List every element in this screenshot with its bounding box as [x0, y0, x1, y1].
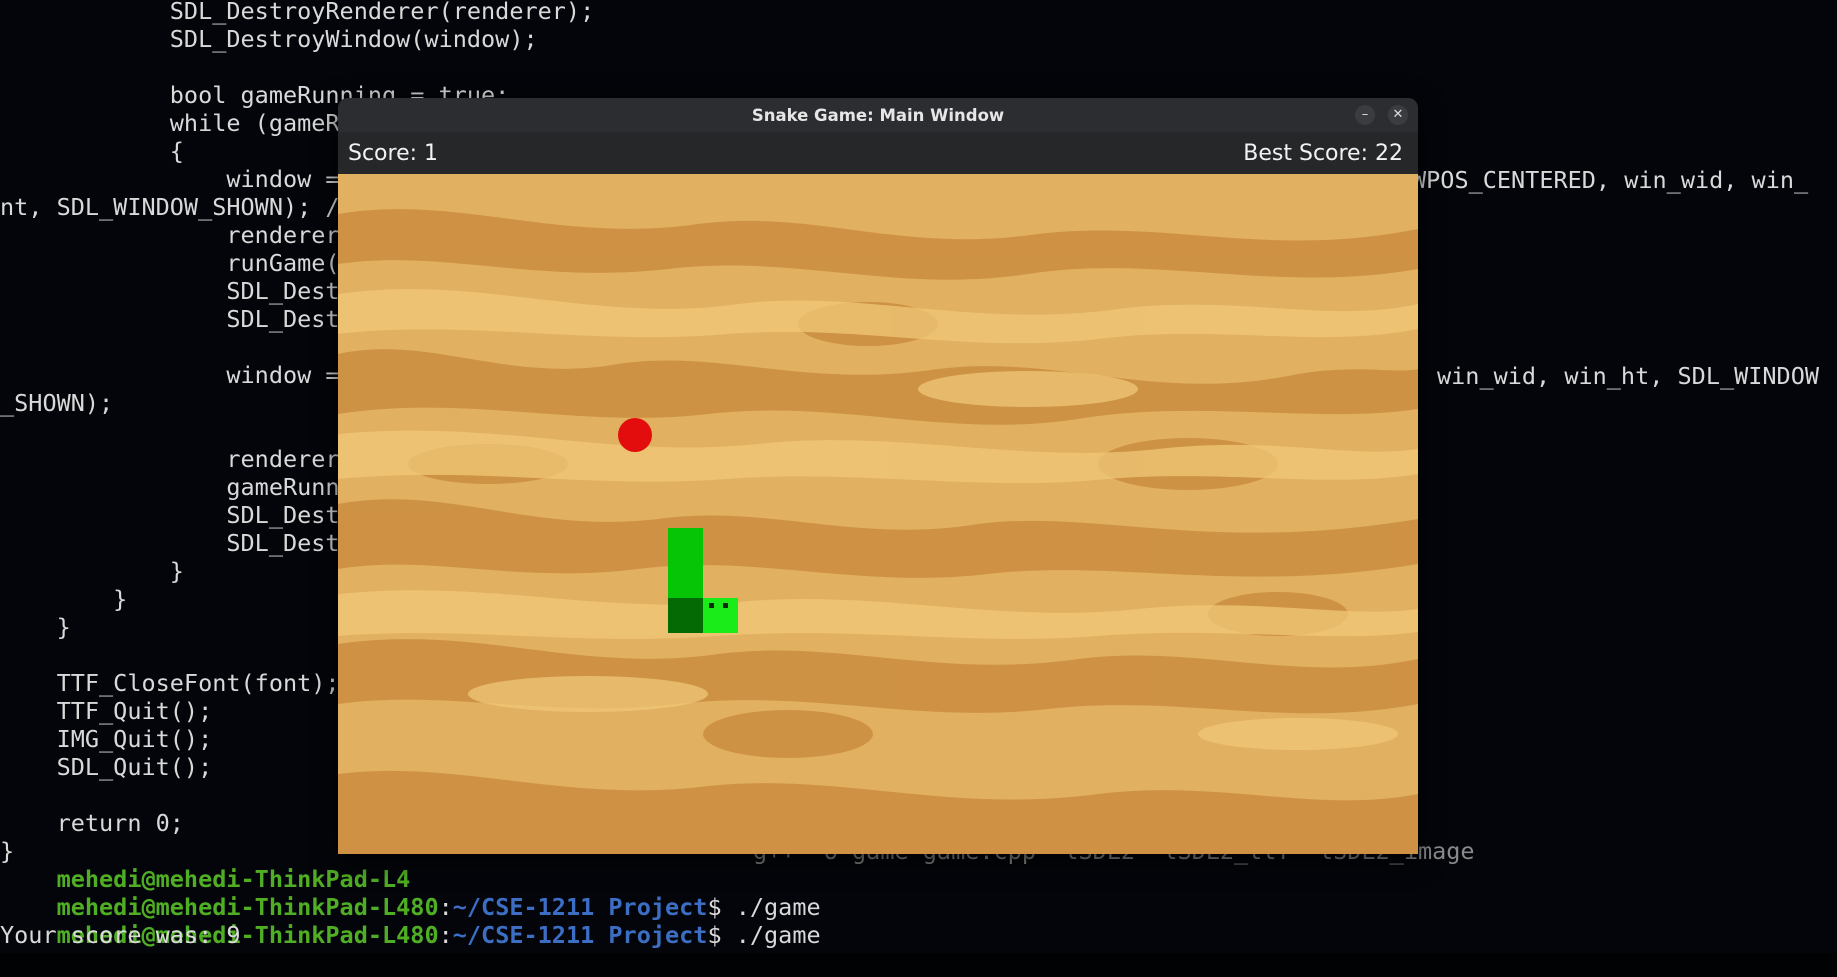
terminal-code-line: IMG_Quit(); [0, 725, 213, 753]
prompt-separator: : [438, 921, 453, 949]
terminal-code-line: runGame(r [0, 249, 354, 277]
snake-eye [709, 603, 714, 608]
minimize-button[interactable]: – [1355, 105, 1375, 125]
terminal-code-line: SDL_Destr [0, 277, 354, 305]
terminal-code-line: } [0, 613, 71, 641]
prompt-path: ~/CSE-1211 Project [452, 921, 708, 949]
terminal-code-line: return 0; [0, 809, 184, 837]
terminal-code-line: } [0, 557, 184, 585]
terminal-code-line: SDL_DestroyRenderer(renderer); [0, 0, 595, 25]
best-score-label: Best Score: 22 [1243, 141, 1403, 166]
sand-background [338, 174, 1418, 854]
terminal-code-line: TTF_Quit(); [0, 697, 213, 725]
terminal-code-line: { [0, 137, 184, 165]
close-button[interactable]: ✕ [1388, 105, 1408, 125]
terminal-code-line: TTF_CloseFont(font); [0, 669, 340, 697]
prompt-command: ./game [721, 921, 821, 949]
terminal-output-line: Your score was: 9 [0, 921, 241, 949]
terminal-code-fragment: win_wid, win_ht, SDL_WINDOW [1437, 362, 1820, 390]
terminal-code-fragment: WPOS_CENTERED, win_wid, win_ [1412, 166, 1809, 194]
terminal-code-line: renderer [0, 445, 340, 473]
window-titlebar[interactable]: Snake Game: Main Window – ✕ [338, 98, 1418, 132]
terminal-code-line: nt, SDL_WINDOW_SHOWN); // [0, 193, 354, 221]
terminal-code-line: SDL_DestroyWindow(window); [0, 25, 538, 53]
food-apple [618, 418, 652, 452]
terminal-code-line: window = [0, 361, 340, 389]
terminal-code-line: SDL_Destr [0, 529, 354, 557]
terminal-code-line: } [0, 585, 128, 613]
terminal-code-line: while (gameRu [0, 109, 354, 137]
terminal-code-line: window = [0, 165, 340, 193]
snake-head [703, 598, 738, 633]
score-bar: Score: 1 Best Score: 22 [338, 132, 1418, 174]
score-label: Score: 1 [348, 141, 439, 166]
terminal-code-line: SDL_Quit(); [0, 753, 213, 781]
terminal-code-line: SDL_Destr [0, 501, 354, 529]
terminal-code-line: SDL_Destr [0, 305, 354, 333]
game-playfield[interactable] [338, 174, 1418, 854]
terminal-code-line: renderer [0, 221, 340, 249]
snake-eye [723, 603, 728, 608]
terminal-code-line: gameRunni [0, 473, 354, 501]
terminal-prompt-line: mehedi@mehedi-ThinkPad-L480:~/CSE-1211 P… [0, 893, 821, 949]
terminal-prompt-line: mehedi@mehedi-ThinkPad-L480:~/CSE-1211 P… [0, 865, 821, 921]
snake-body-segment [668, 598, 703, 633]
snake-body-segment [668, 528, 703, 598]
window-title: Snake Game: Main Window [751, 105, 1005, 125]
prompt-dollar: $ [707, 921, 722, 949]
terminal-code-line: _SHOWN); [0, 389, 114, 417]
game-window[interactable]: Snake Game: Main Window – ✕ Score: 1 Bes… [338, 98, 1418, 854]
